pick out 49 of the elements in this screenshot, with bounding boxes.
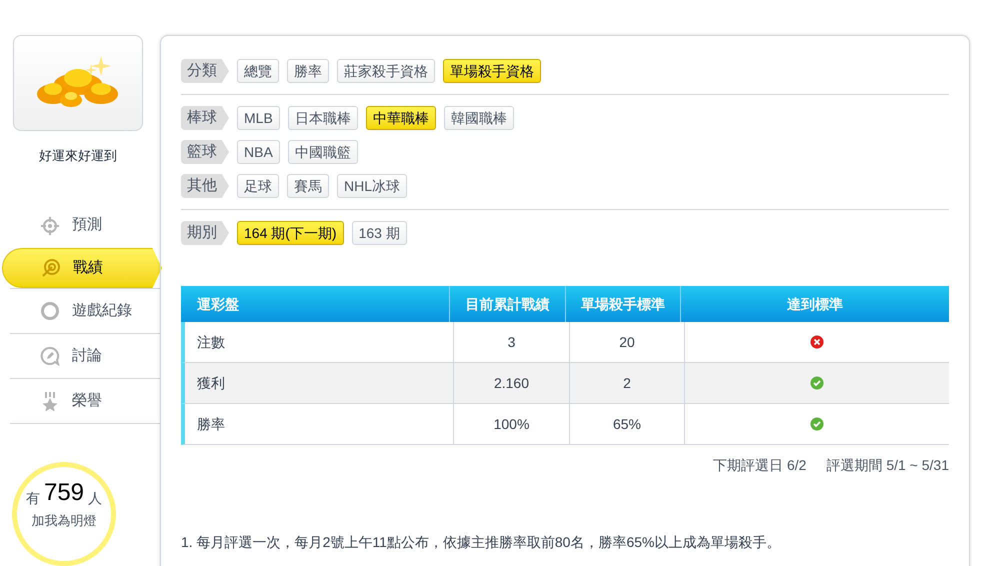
nav-item[interactable]: 討論 bbox=[10, 333, 160, 378]
fans-prefix: 有 bbox=[26, 491, 40, 505]
filter-chip[interactable]: 中國職籃 bbox=[288, 140, 358, 164]
filter-chip[interactable]: 韓國職棒 bbox=[444, 106, 514, 130]
table-cell: 65% bbox=[569, 404, 684, 444]
table-cell: 2 bbox=[569, 363, 684, 403]
column-header: 運彩盤 bbox=[196, 294, 240, 314]
filter-chip[interactable]: 中華職棒 bbox=[366, 106, 436, 130]
fans-badge[interactable]: 有 759 人 加我為明燈 bbox=[12, 462, 116, 566]
filter-chip[interactable]: MLB bbox=[237, 106, 280, 130]
profile-name: 好運來好運到 bbox=[38, 146, 118, 164]
nav-item[interactable]: 遊戲紀錄 bbox=[10, 288, 160, 333]
filter-chip[interactable]: 164 期(下一期) bbox=[237, 221, 344, 245]
nav-item[interactable]: 預測 bbox=[10, 203, 160, 248]
filter-label: 其他 bbox=[181, 174, 229, 198]
fans-suffix: 人 bbox=[88, 491, 102, 505]
table-cell: 2.160 bbox=[453, 363, 569, 403]
table-cell: 20 bbox=[569, 322, 684, 362]
filter-chip[interactable]: 足球 bbox=[237, 174, 279, 198]
target-icon bbox=[40, 216, 60, 236]
filter-chip[interactable]: 163 期 bbox=[352, 221, 407, 245]
filter-chip[interactable]: 勝率 bbox=[287, 59, 329, 83]
filter-label: 棒球 bbox=[181, 106, 229, 130]
chat-icon bbox=[40, 346, 60, 366]
filter-chip[interactable]: 總覽 bbox=[237, 59, 279, 83]
filter-chip[interactable]: NBA bbox=[237, 140, 280, 164]
table-cell-text: 注數 bbox=[196, 332, 226, 352]
filter-chip[interactable]: 單場殺手資格 bbox=[443, 59, 541, 83]
nav-item[interactable]: 榮譽 bbox=[10, 378, 160, 423]
ring-icon bbox=[40, 301, 60, 321]
filter-chip[interactable]: 莊家殺手資格 bbox=[337, 59, 435, 83]
table-cell-text: 獲利 bbox=[196, 374, 226, 392]
filter-label: 分類 bbox=[181, 59, 229, 83]
filter-chip[interactable]: NHL冰球 bbox=[337, 174, 408, 198]
nav-item[interactable]: 戰績 bbox=[2, 248, 162, 288]
dartboard-icon bbox=[41, 258, 61, 278]
table-cell: 3 bbox=[453, 322, 569, 362]
fans-caption: 加我為明燈 bbox=[32, 512, 96, 530]
next-selection-date: 下期評選日 6/2 bbox=[713, 456, 806, 475]
filter-label: 籃球 bbox=[181, 140, 229, 164]
medal-icon bbox=[40, 391, 60, 411]
table-cell: 100% bbox=[453, 404, 569, 444]
filter-chip[interactable]: 賽馬 bbox=[287, 174, 329, 198]
note-text: 1. 每月評選一次，每月2號上午11點公布，依據主推勝率取前80名，勝率65%以上成為單場殺手。 bbox=[181, 533, 782, 552]
table-cell-text: 勝率 bbox=[196, 414, 226, 434]
fans-count: 759 bbox=[44, 481, 84, 505]
selection-period: 評選期間 5/1 ~ 5/31 bbox=[826, 456, 949, 475]
filter-label: 期別 bbox=[181, 221, 229, 245]
filter-chip[interactable]: 日本職棒 bbox=[288, 106, 358, 130]
